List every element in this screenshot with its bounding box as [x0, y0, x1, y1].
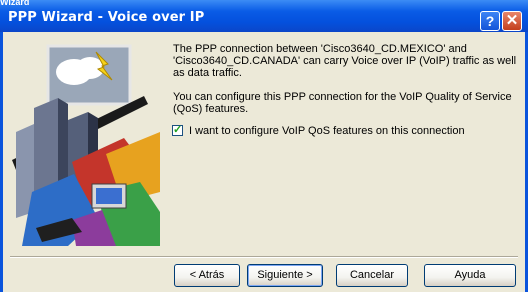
- check-icon: ✓: [173, 124, 183, 136]
- title-bar[interactable]: Wizard PPP Wizard - Voice over IP ? ✕: [0, 0, 528, 32]
- help-icon[interactable]: ?: [480, 11, 500, 31]
- button-separator: [10, 256, 518, 258]
- wizard-illustration: [12, 42, 160, 246]
- cancel-button[interactable]: Cancelar: [336, 264, 408, 287]
- configure-qos-checkbox[interactable]: ✓: [172, 124, 183, 136]
- wizard-window: Wizard PPP Wizard - Voice over IP ? ✕ Th…: [0, 0, 528, 292]
- title-strip-text: Wizard: [0, 0, 30, 5]
- connection-description: The PPP connection between 'Cisco3640_CD…: [173, 43, 517, 79]
- monitor-screen: [96, 188, 122, 204]
- close-icon[interactable]: ✕: [502, 11, 522, 31]
- wizard-illustration-svg: [12, 42, 160, 246]
- window-frame-left: [0, 32, 3, 292]
- window-title: PPP Wizard - Voice over IP: [8, 10, 205, 25]
- configure-qos-label[interactable]: I want to configure VoIP QoS features on…: [189, 125, 465, 137]
- next-button[interactable]: Siguiente >: [247, 264, 323, 287]
- qos-info-text: You can configure this PPP connection fo…: [173, 91, 512, 115]
- back-button[interactable]: < Atrás: [174, 264, 240, 287]
- help-button[interactable]: Ayuda: [424, 264, 516, 287]
